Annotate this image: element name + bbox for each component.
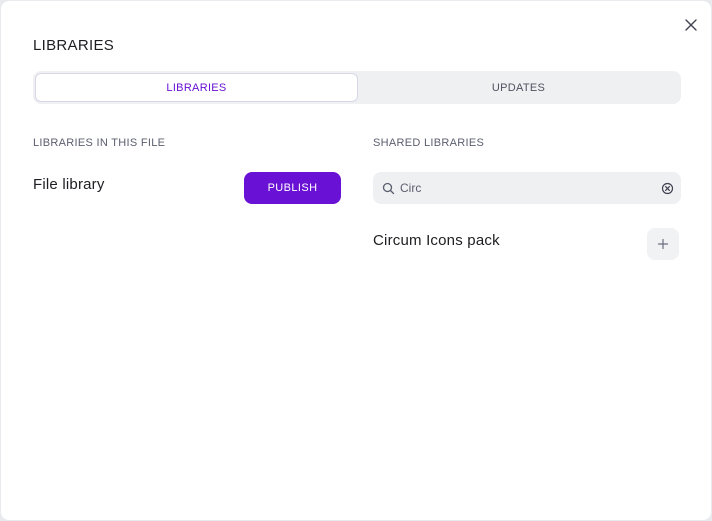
plus-icon — [657, 238, 669, 250]
add-library-button[interactable] — [647, 228, 679, 260]
close-button[interactable] — [683, 17, 699, 33]
tab-libraries[interactable]: LIBRARIES — [35, 73, 358, 102]
shared-library-search — [373, 172, 681, 204]
file-libraries-heading: LIBRARIES IN THIS FILE — [33, 137, 166, 149]
libraries-dialog: LIBRARIES LIBRARIES UPDATES LIBRARIES IN… — [1, 1, 711, 520]
file-library-name: File library — [33, 176, 105, 193]
search-input[interactable] — [400, 181, 661, 195]
tab-bar: LIBRARIES UPDATES — [33, 71, 681, 104]
search-icon — [382, 181, 396, 195]
shared-library-name: Circum Icons pack — [373, 232, 500, 249]
tab-updates[interactable]: UPDATES — [358, 73, 679, 102]
publish-button[interactable]: PUBLISH — [244, 172, 341, 204]
dialog-title: LIBRARIES — [33, 37, 115, 54]
shared-libraries-heading: SHARED LIBRARIES — [373, 137, 485, 149]
clear-icon[interactable] — [661, 181, 675, 195]
close-icon — [685, 19, 697, 31]
